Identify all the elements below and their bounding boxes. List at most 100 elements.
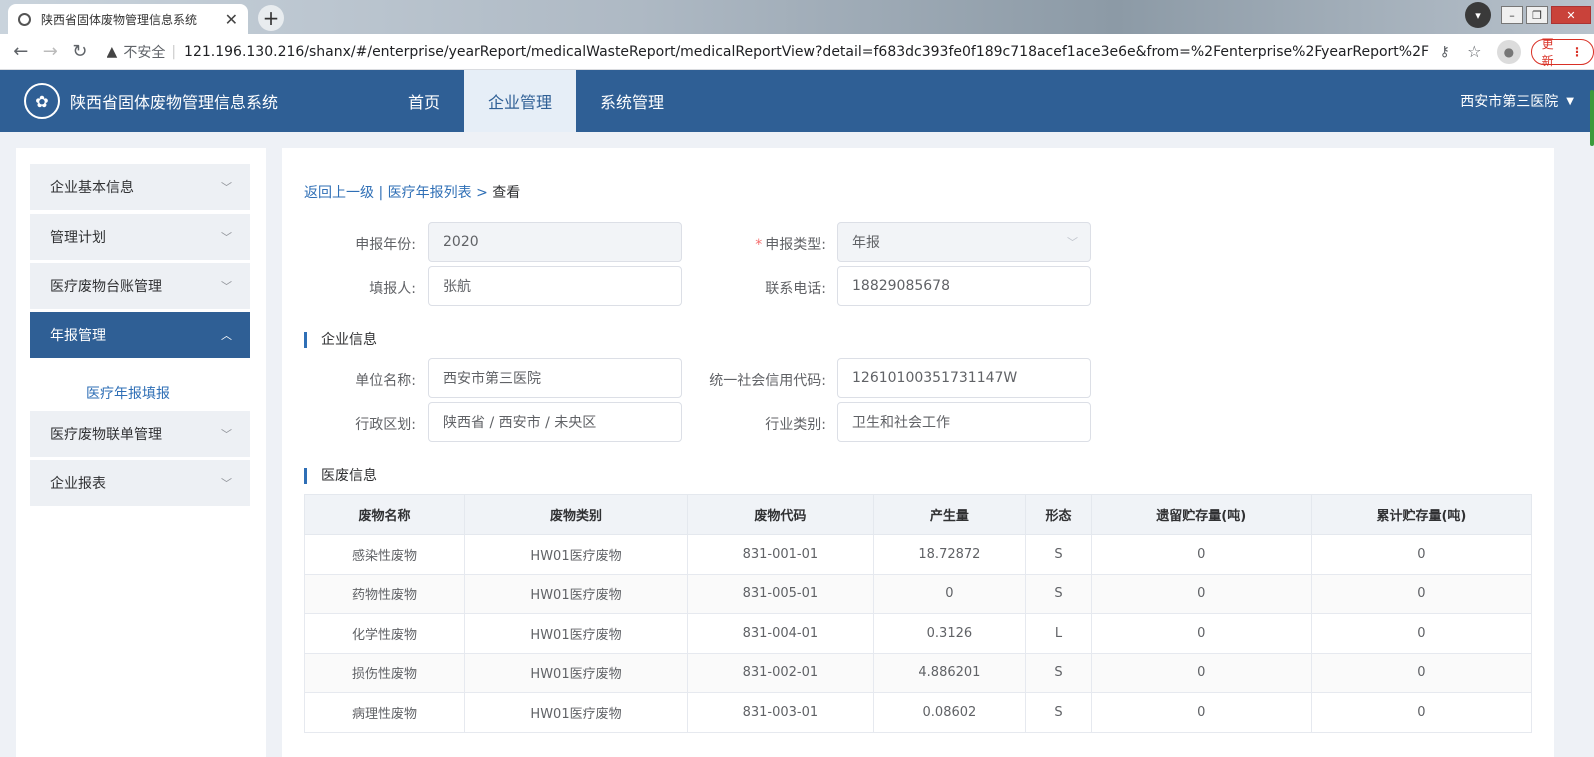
sidebar-item-annual-report[interactable]: 年报管理 ︿ <box>30 312 250 358</box>
warning-icon: ▲ <box>106 43 118 60</box>
back-arrow-icon[interactable]: ← <box>6 41 36 62</box>
table-cell: 0 <box>1090 573 1312 614</box>
close-window-button[interactable]: ✕ <box>1551 6 1591 24</box>
sidebar-item-label: 企业报表 <box>50 476 106 492</box>
reload-icon[interactable]: ↻ <box>65 41 95 62</box>
table-row: 病理性废物 HW01医疗废物 831-003-01 0.08602 S 0 0 <box>304 692 1533 733</box>
chevron-down-icon: ﹀ <box>1067 236 1078 249</box>
table-cell: 0 <box>1090 692 1312 733</box>
close-tab-icon[interactable]: ✕ <box>225 10 238 29</box>
table-cell: 损伤性废物 <box>304 652 465 693</box>
sidebar-item-enterprise-info[interactable]: 企业基本信息 ﹀ <box>30 164 250 210</box>
star-icon[interactable]: ☆ <box>1460 42 1490 61</box>
table-cell: 831-005-01 <box>687 573 874 614</box>
download-icon[interactable]: ▾ <box>1465 2 1491 28</box>
table-cell: HW01医疗废物 <box>463 613 689 654</box>
table-cell: 831-003-01 <box>687 692 874 733</box>
phone-value: 18829085678 <box>852 278 950 294</box>
forward-arrow-icon[interactable]: → <box>36 41 66 62</box>
filler-value: 张航 <box>443 279 471 295</box>
breadcrumb-back-link[interactable]: 返回上一级 <box>304 185 374 201</box>
breadcrumb-arrow: > <box>471 185 493 201</box>
url-text: 121.196.130.216/shanx/#/enterprise/yearR… <box>184 43 1430 60</box>
industry-label: 行业类别: <box>765 417 826 433</box>
sidebar-item-label: 年报管理 <box>50 328 106 344</box>
security-label: 不安全 <box>123 44 166 61</box>
table-cell: 0 <box>1310 613 1533 654</box>
url-field[interactable]: ▲ 不安全 | 121.196.130.216/shanx/#/enterpri… <box>107 38 1430 66</box>
user-menu[interactable]: 西安市第三医院 ▼ <box>1460 70 1574 132</box>
table-cell: HW01医疗废物 <box>463 692 689 733</box>
unit-name-field[interactable]: 西安市第三医院 <box>428 358 682 398</box>
table-cell: S <box>1025 534 1092 575</box>
profile-avatar-icon[interactable]: ● <box>1497 39 1521 64</box>
table-cell: HW01医疗废物 <box>463 573 689 614</box>
table-cell: 18.72872 <box>872 534 1027 575</box>
column-header: 废物名称 <box>304 494 465 535</box>
nav-enterprise-management[interactable]: 企业管理 <box>464 70 577 132</box>
column-header: 废物代码 <box>687 494 874 535</box>
credit-code-field[interactable]: 12610100351731147W <box>837 358 1091 398</box>
globe-icon <box>18 12 31 26</box>
industry-value: 卫生和社会工作 <box>852 415 950 431</box>
restore-button[interactable]: ❐ <box>1526 6 1548 24</box>
unit-name-label: 单位名称: <box>355 373 416 389</box>
phone-field[interactable]: 18829085678 <box>837 266 1091 306</box>
table-cell: 0.3126 <box>872 613 1027 654</box>
sidebar-item-ledger[interactable]: 医疗废物台账管理 ﹀ <box>30 263 250 309</box>
chevron-down-icon: ﹀ <box>221 428 232 441</box>
credit-code-label: 统一社会信用代码: <box>709 373 826 389</box>
tab-title: 陕西省固体废物管理信息系统 <box>41 12 198 27</box>
unit-name-value: 西安市第三医院 <box>443 371 541 387</box>
more-icon: ⋮ <box>1570 44 1583 59</box>
table-row: 感染性废物 HW01医疗废物 831-001-01 18.72872 S 0 0 <box>304 534 1533 575</box>
region-value: 陕西省 / 西安市 / 未央区 <box>443 415 597 431</box>
chevron-down-icon: ﹀ <box>221 477 232 490</box>
table-cell: S <box>1025 652 1092 693</box>
breadcrumb-list-link[interactable]: 医疗年报列表 <box>388 185 472 201</box>
credit-code-value: 12610100351731147W <box>852 370 1018 386</box>
region-label: 行政区划: <box>355 417 416 433</box>
caret-down-icon: ▼ <box>1566 95 1574 107</box>
new-tab-button[interactable]: + <box>258 5 284 31</box>
table-cell: 0 <box>1310 652 1533 693</box>
table-cell: 0 <box>1310 573 1533 614</box>
sidebar-item-manifest[interactable]: 医疗废物联单管理 ﹀ <box>30 411 250 457</box>
address-bar: ← → ↻ ▲ 不安全 | 121.196.130.216/shanx/#/en… <box>0 34 1594 70</box>
main-panel: 返回上一级 | 医疗年报列表 > 查看 申报年份: 2020 * 申报类型: 年报… <box>282 148 1554 757</box>
table-cell: HW01医疗废物 <box>463 534 689 575</box>
table-row: 化学性废物 HW01医疗废物 831-004-01 0.3126 L 0 0 <box>304 613 1533 654</box>
window-controls: ▾ – ❐ ✕ <box>1465 0 1594 30</box>
region-field[interactable]: 陕西省 / 西安市 / 未央区 <box>428 402 682 442</box>
type-select[interactable]: 年报 ﹀ <box>837 222 1091 262</box>
scroll-indicator <box>1590 90 1594 146</box>
sidebar-item-management-plan[interactable]: 管理计划 ﹀ <box>30 214 250 260</box>
sidebar-item-label: 管理计划 <box>50 230 106 246</box>
phone-label: 联系电话: <box>765 281 826 297</box>
column-header: 形态 <box>1025 494 1092 535</box>
nav-home[interactable]: 首页 <box>384 70 464 132</box>
table-cell: 病理性废物 <box>304 692 465 733</box>
url-separator: | <box>171 43 177 60</box>
table-cell: 0 <box>1090 652 1312 693</box>
year-label: 申报年份: <box>355 237 416 253</box>
minimize-button[interactable]: – <box>1501 6 1523 24</box>
type-value: 年报 <box>852 235 880 251</box>
breadcrumb-separator: | <box>374 185 388 201</box>
key-icon[interactable]: ⚷ <box>1430 44 1460 60</box>
industry-field[interactable]: 卫生和社会工作 <box>837 402 1091 442</box>
enterprise-section-title: 企业信息 <box>304 332 377 348</box>
year-field[interactable]: 2020 <box>428 222 682 262</box>
nav-system-management[interactable]: 系统管理 <box>576 70 688 132</box>
table-cell: 感染性废物 <box>304 534 465 575</box>
filler-field[interactable]: 张航 <box>428 266 682 306</box>
sidebar-item-reports[interactable]: 企业报表 ﹀ <box>30 460 250 506</box>
user-name: 西安市第三医院 <box>1460 94 1559 110</box>
browser-tab[interactable]: 陕西省固体废物管理信息系统 ✕ <box>8 4 248 34</box>
browser-tab-bar: 陕西省固体废物管理信息系统 ✕ + ▾ – ❐ ✕ <box>0 0 1594 34</box>
table-cell: 831-002-01 <box>687 652 874 693</box>
update-button[interactable]: 更新 ⋮ <box>1530 37 1594 68</box>
type-label-text: 申报类型: <box>765 237 826 253</box>
table-cell: 0 <box>1090 613 1312 654</box>
sidebar-subitem-medical-report[interactable]: 医疗年报填报 <box>86 383 170 403</box>
